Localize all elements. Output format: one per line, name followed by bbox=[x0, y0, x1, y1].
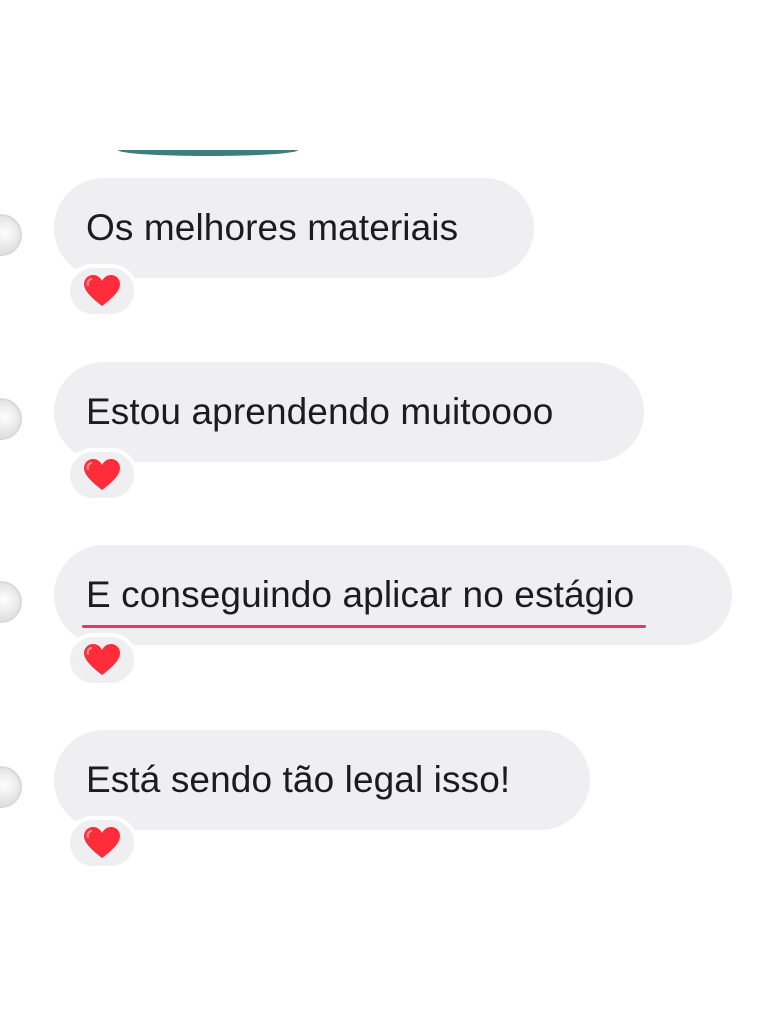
red-heart-icon bbox=[84, 459, 120, 490]
message-text: Está sendo tão legal isso! bbox=[86, 759, 511, 800]
highlight-underline bbox=[82, 625, 647, 628]
message-text-content: E conseguindo aplicar no estágio bbox=[86, 574, 635, 615]
previous-message-bubble-edge bbox=[118, 150, 298, 156]
reaction-badge[interactable] bbox=[66, 264, 138, 318]
red-heart-icon bbox=[84, 275, 120, 306]
message-text: Estou aprendendo muitoooo bbox=[86, 391, 554, 432]
reaction-badge[interactable] bbox=[66, 633, 138, 687]
message-bubble[interactable]: Estou aprendendo muitoooo bbox=[54, 362, 644, 462]
sender-avatar[interactable] bbox=[0, 214, 22, 256]
chat-thread: Os melhores materiais Estou aprendendo m… bbox=[0, 0, 784, 1024]
message-bubble[interactable]: E conseguindo aplicar no estágio bbox=[54, 545, 732, 645]
red-heart-icon bbox=[84, 644, 120, 675]
message-bubble[interactable]: Os melhores materiais bbox=[54, 178, 534, 278]
message-text: E conseguindo aplicar no estágio bbox=[82, 574, 647, 628]
message-bubble[interactable]: Está sendo tão legal isso! bbox=[54, 730, 590, 830]
reaction-badge[interactable] bbox=[66, 816, 138, 870]
red-heart-icon bbox=[84, 827, 120, 858]
reaction-badge[interactable] bbox=[66, 448, 138, 502]
sender-avatar[interactable] bbox=[0, 581, 22, 623]
sender-avatar[interactable] bbox=[0, 766, 22, 808]
sender-avatar[interactable] bbox=[0, 398, 22, 440]
message-text: Os melhores materiais bbox=[86, 207, 459, 248]
